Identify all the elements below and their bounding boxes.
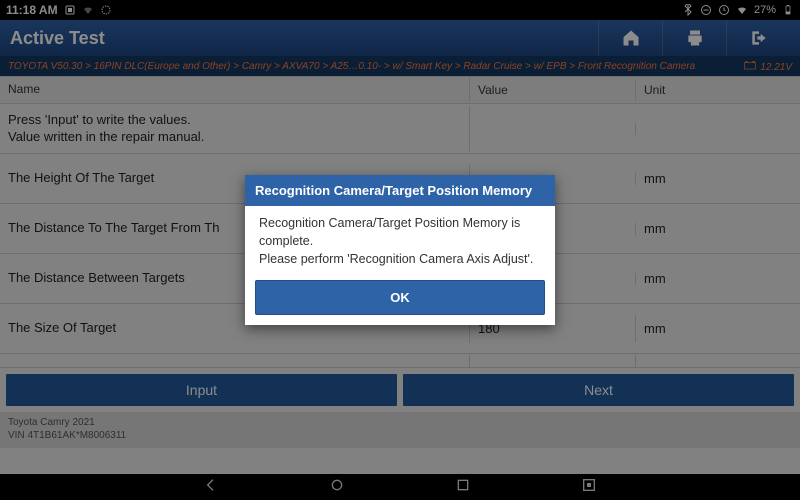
dialog-title: Recognition Camera/Target Position Memor… — [245, 175, 555, 206]
ok-button[interactable]: OK — [255, 280, 545, 315]
modal-overlay: Recognition Camera/Target Position Memor… — [0, 0, 800, 500]
dialog-body: Recognition Camera/Target Position Memor… — [245, 206, 555, 274]
dialog-text-2: Please perform 'Recognition Camera Axis … — [259, 250, 541, 268]
dialog-text-1: Recognition Camera/Target Position Memor… — [259, 214, 541, 250]
dialog: Recognition Camera/Target Position Memor… — [245, 175, 555, 325]
